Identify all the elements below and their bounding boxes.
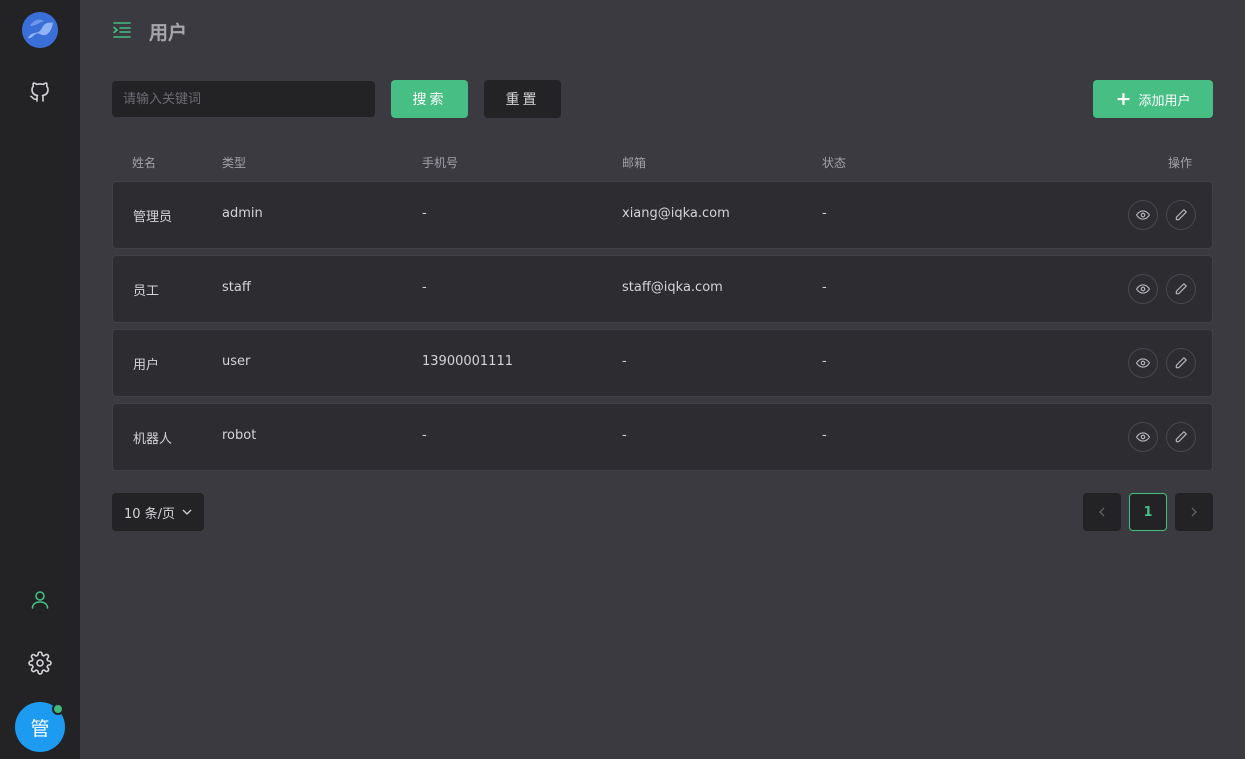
- logo-icon: [22, 12, 58, 48]
- add-user-button[interactable]: + 添加用户: [1093, 80, 1213, 118]
- view-button[interactable]: [1128, 348, 1158, 378]
- cell-name: 管理员: [133, 210, 173, 225]
- pencil-icon: [1175, 283, 1187, 295]
- cell-status: -: [822, 206, 827, 221]
- edit-button[interactable]: [1166, 348, 1196, 378]
- cell-status: -: [822, 354, 827, 369]
- column-header-phone: 手机号: [422, 156, 459, 170]
- cell-status: -: [822, 428, 827, 443]
- cell-email: xiang@iqka.com: [622, 206, 730, 221]
- cell-phone: -: [422, 206, 427, 221]
- cell-phone: 13900001111: [422, 354, 513, 369]
- cell-email: -: [622, 354, 627, 369]
- github-icon[interactable]: [28, 80, 52, 104]
- cell-name: 员工: [133, 284, 160, 299]
- table-row: 机器人 robot - - -: [112, 403, 1213, 471]
- cell-name: 用户: [133, 358, 160, 373]
- table-row: 员工 staff - staff@iqka.com -: [112, 255, 1213, 323]
- column-header-actions: 操作: [1168, 156, 1193, 170]
- app-logo[interactable]: [22, 12, 58, 48]
- chevron-left-icon: [1099, 507, 1105, 517]
- cell-type: user: [222, 354, 251, 369]
- cell-email: staff@iqka.com: [622, 280, 723, 295]
- column-header-name: 姓名: [132, 156, 157, 170]
- eye-icon: [1136, 284, 1150, 294]
- eye-icon: [1136, 358, 1150, 368]
- cell-type: staff: [222, 280, 251, 295]
- pencil-icon: [1175, 209, 1187, 221]
- cell-phone: -: [422, 280, 427, 295]
- cell-type: admin: [222, 206, 263, 221]
- column-header-type: 类型: [222, 156, 247, 170]
- cell-status: -: [822, 280, 827, 295]
- eye-icon: [1136, 432, 1150, 442]
- avatar-text: 管: [30, 717, 50, 740]
- page-size-label: 10 条/页: [124, 506, 176, 522]
- view-button[interactable]: [1128, 422, 1158, 452]
- pencil-icon: [1175, 357, 1187, 369]
- pencil-icon: [1175, 431, 1187, 443]
- prev-page-button[interactable]: [1083, 493, 1121, 531]
- user-icon[interactable]: [28, 588, 52, 612]
- column-header-status: 状态: [822, 156, 847, 170]
- menu-toggle-icon[interactable]: [112, 20, 132, 40]
- table-row: 用户 user 13900001111 - -: [112, 329, 1213, 397]
- page-number-current[interactable]: 1: [1129, 493, 1167, 531]
- current-page-label: 1: [1143, 504, 1153, 520]
- cell-type: robot: [222, 428, 257, 443]
- cell-email: -: [622, 428, 627, 443]
- search-input[interactable]: [112, 81, 375, 117]
- next-page-button[interactable]: [1175, 493, 1213, 531]
- reset-button-label: 重置: [505, 92, 540, 108]
- edit-button[interactable]: [1166, 422, 1196, 452]
- view-button[interactable]: [1128, 200, 1158, 230]
- eye-icon: [1136, 210, 1150, 220]
- edit-button[interactable]: [1166, 274, 1196, 304]
- page-title: 用户: [149, 22, 188, 44]
- reset-button[interactable]: 重置: [484, 80, 561, 118]
- edit-button[interactable]: [1166, 200, 1196, 230]
- view-button[interactable]: [1128, 274, 1158, 304]
- chevron-right-icon: [1191, 507, 1197, 517]
- page-size-select[interactable]: 10 条/页: [112, 493, 204, 531]
- gear-icon[interactable]: [28, 651, 52, 675]
- cell-phone: -: [422, 428, 427, 443]
- cell-name: 机器人: [133, 432, 173, 447]
- column-header-email: 邮箱: [622, 156, 647, 170]
- search-button-label: 搜索: [412, 92, 447, 108]
- chevron-down-icon: [182, 509, 192, 515]
- table-row: 管理员 admin - xiang@iqka.com -: [112, 181, 1213, 249]
- plus-icon: +: [1115, 87, 1132, 110]
- online-status-dot: [52, 703, 64, 715]
- add-user-button-label: 添加用户: [1138, 93, 1191, 109]
- search-button[interactable]: 搜索: [391, 80, 468, 118]
- sidebar: 管: [0, 0, 80, 759]
